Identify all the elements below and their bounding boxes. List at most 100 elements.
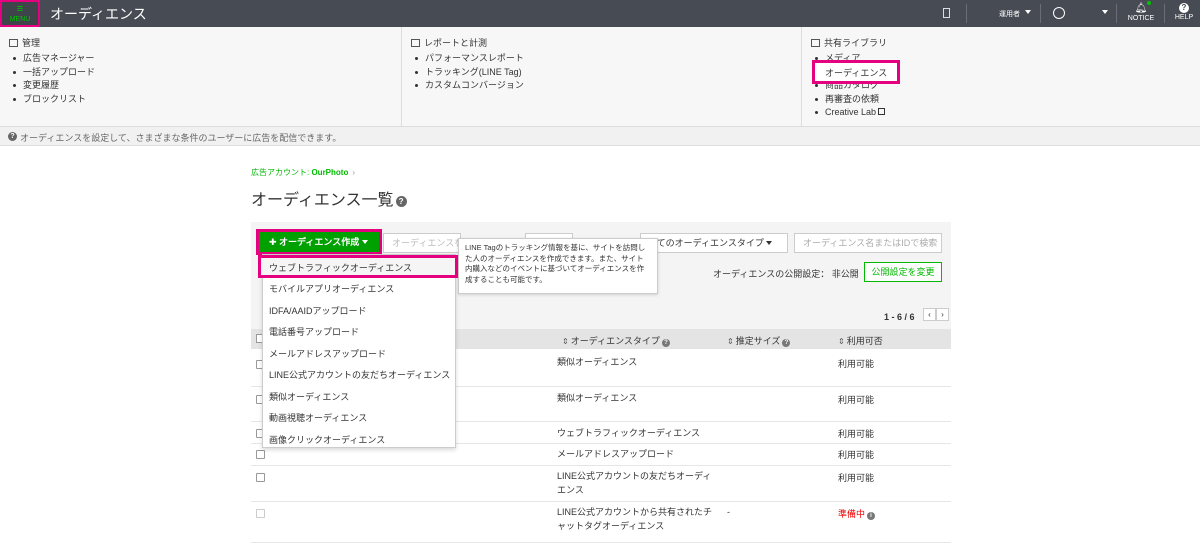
bank-icon	[9, 39, 18, 47]
row-type: 類似オーディエンス	[557, 357, 638, 367]
menu-item-bulk-upload[interactable]: 一括アップロード	[12, 66, 95, 80]
row-type: LINE公式アカウントから共有されたチャットタグオーディエンス	[557, 507, 713, 531]
notice-button[interactable]: 🔔︎ NOTICE	[1124, 0, 1158, 27]
info-bar: ? オーディエンスを設定して、さまざまな条件のユーザーに広告を配信できます。	[0, 127, 1200, 146]
notification-dot	[1147, 1, 1151, 5]
menu-item-audience-label: オーディエンス	[825, 68, 888, 78]
sort-icon: ⇕	[562, 337, 569, 346]
audience-type-select[interactable]: べてのオーディエンスタイプ	[640, 233, 788, 253]
row-type: メールアドレスアップロード	[557, 449, 675, 459]
dropdown-item-phone-upload[interactable]: 電話番号アップロード	[269, 325, 359, 338]
divider	[1040, 4, 1041, 23]
change-public-setting-button[interactable]: 公開設定を変更	[864, 262, 942, 282]
row-status: 利用可能	[838, 395, 875, 405]
search-input[interactable]	[794, 233, 942, 253]
document-icon[interactable]	[938, 8, 954, 19]
column-header-size[interactable]: ⇕ 推定サイズ?	[727, 334, 791, 347]
row-status: 利用可能	[838, 359, 875, 369]
public-setting-label: オーディエンスの公開設定： 非公開	[713, 269, 859, 279]
help-icon: ?	[782, 339, 791, 347]
row-status: 利用可能	[838, 429, 875, 439]
image-icon	[811, 39, 820, 47]
chevron-down-icon[interactable]	[1025, 10, 1031, 14]
chevron-down-icon[interactable]	[1102, 10, 1108, 14]
page-title: オーディエンス一覧?	[251, 186, 407, 210]
menu-item-performance-report[interactable]: パフォーマンスレポート	[414, 52, 524, 66]
notice-label: NOTICE	[1127, 15, 1155, 22]
row-type: ウェブトラフィックオーディエンス	[557, 428, 701, 438]
pagination-range: 1 - 6 / 6	[884, 312, 915, 322]
create-audience-button[interactable]: ✚ オーディエンス作成	[259, 232, 379, 252]
menu-item-creative-lab[interactable]: Creative Lab	[814, 106, 887, 120]
help-icon: ?	[1179, 3, 1189, 13]
user-name[interactable]: 運用者	[999, 9, 1020, 19]
dropdown-item-label: ウェブトラフィックオーディエンス	[269, 263, 413, 273]
chart-icon	[411, 39, 420, 47]
top-bar: ≡ MENU オーディエンス 運用者 🔔︎ NOTICE ? HELP	[0, 0, 1200, 27]
hamburger-icon: ≡	[16, 3, 24, 15]
row-status: 利用可能	[838, 450, 875, 460]
chevron-down-icon	[765, 241, 772, 245]
dropdown-item-mobile-app[interactable]: モバイルアプリオーディエンス	[269, 282, 394, 295]
dropdown-item-image-click[interactable]: 画像クリックオーディエンス	[269, 433, 385, 446]
menu-item-custom-conversion[interactable]: カスタムコンバージョン	[414, 79, 524, 93]
row-status: 準備中 i	[838, 507, 876, 520]
sort-icon: ⇕	[838, 337, 845, 346]
menu-item-tracking[interactable]: トラッキング(LINE Tag)	[414, 66, 524, 80]
menu-item-ad-manager[interactable]: 広告マネージャー	[12, 52, 95, 66]
dropdown-item-web-traffic[interactable]: ウェブトラフィックオーディエンス	[258, 255, 458, 278]
menu-column-reports: レポートと計測 パフォーマンスレポート トラッキング(LINE Tag) カスタ…	[402, 27, 802, 127]
dropdown-item-email-upload[interactable]: メールアドレスアップロード	[269, 347, 386, 360]
row-status: 利用可能	[838, 473, 875, 483]
prev-page-button[interactable]: ‹	[923, 308, 936, 321]
row-checkbox[interactable]	[256, 473, 265, 482]
sort-icon: ⇕	[727, 337, 734, 346]
help-icon: ?	[661, 339, 670, 347]
help-button[interactable]: ? HELP	[1170, 0, 1198, 27]
row-checkbox[interactable]	[256, 450, 265, 459]
menu-heading-management: 管理	[9, 36, 40, 49]
disabled-action-button: オーディエンスを	[383, 233, 461, 253]
avatar-icon[interactable]	[1053, 7, 1065, 19]
menu-heading-library: 共有ライブラリ	[811, 36, 887, 49]
dropdown-item-video-view[interactable]: 動画視聴オーディエンス	[269, 411, 367, 424]
tooltip: LINE Tagのトラッキング情報を基に、サイトを訪問した人のオーディエンスを作…	[458, 238, 658, 294]
help-label: HELP	[1174, 14, 1194, 21]
help-icon[interactable]: ?	[395, 196, 407, 207]
table-row: LINE公式アカウントから共有されたチャットタグオーディエンス - 準備中 i	[251, 502, 951, 543]
menu-column-management: 管理 広告マネージャー 一括アップロード 変更履歴 ブロックリスト	[0, 27, 402, 127]
menu-label: MENU	[9, 16, 31, 23]
breadcrumb-account[interactable]: OurPhoto	[311, 168, 348, 177]
row-size: -	[727, 507, 730, 517]
divider	[1164, 4, 1165, 23]
dropdown-item-lookalike[interactable]: 類似オーディエンス	[269, 390, 349, 403]
external-link-icon	[878, 108, 886, 115]
highlight-create-button: ✚ オーディエンス作成	[256, 229, 382, 255]
next-page-button[interactable]: ›	[936, 308, 949, 321]
row-checkbox	[256, 509, 265, 518]
create-audience-dropdown: モバイルアプリオーディエンス IDFA/AAIDアップロード 電話番号アップロー…	[262, 254, 456, 448]
table-row: LINE公式アカウントの友だちオーディエンス 利用可能	[251, 466, 951, 502]
column-header-status[interactable]: ⇕ 利用可否	[838, 334, 883, 347]
breadcrumb: 広告アカウント: OurPhoto ›	[251, 168, 356, 177]
row-type: LINE公式アカウントの友だちオーディエンス	[557, 471, 712, 495]
divider	[966, 4, 967, 23]
menu-item-change-history[interactable]: 変更履歴	[12, 79, 95, 93]
menu-button[interactable]: ≡ MENU	[0, 0, 40, 27]
info-icon[interactable]: i	[867, 512, 876, 520]
dropdown-item-idfa-upload[interactable]: IDFA/AAIDアップロード	[269, 304, 367, 317]
question-icon: ?	[8, 132, 17, 141]
menu-item-block-list[interactable]: ブロックリスト	[12, 93, 95, 107]
dropdown-item-line-friends[interactable]: LINE公式アカウントの友だちオーディエンス	[269, 368, 450, 381]
divider	[1116, 4, 1117, 23]
row-type: 類似オーディエンス	[557, 393, 638, 403]
highlight-audience-menu[interactable]: オーディエンス	[812, 60, 900, 84]
plus-icon: ✚	[269, 237, 280, 247]
menu-heading-reports: レポートと計測	[411, 36, 487, 49]
menu-item-re-review[interactable]: 再審査の依頼	[814, 93, 887, 107]
bell-icon: 🔔︎	[1134, 3, 1148, 14]
chevron-down-icon	[362, 240, 369, 244]
column-header-type[interactable]: ⇕ オーディエンスタイプ?	[562, 334, 670, 347]
info-text: オーディエンスを設定して、さまざまな条件のユーザーに広告を配信できます。	[20, 133, 342, 143]
app-title: オーディエンス	[50, 6, 147, 22]
